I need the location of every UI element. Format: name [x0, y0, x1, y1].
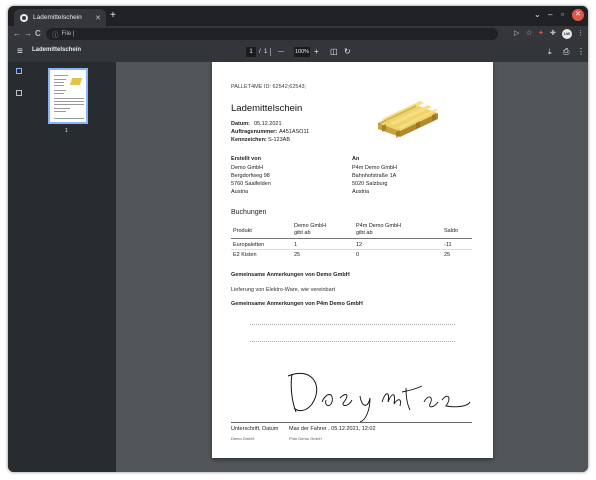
- toolbar-divider: [270, 48, 271, 56]
- page-thumbnail[interactable]: [48, 68, 88, 124]
- table-header-p4m: P4m Demo GmbH: [356, 223, 401, 229]
- remarks-heading-p4m: Gemeinsame Anmerkungen von P4m Demo GmbH: [231, 301, 363, 307]
- window-close-button[interactable]: ✕: [572, 9, 584, 21]
- signature-rule: [231, 422, 472, 423]
- pdf-viewport[interactable]: PALLET4ME ID: 62542;62543; Lademittelsch…: [116, 62, 588, 472]
- meta-label-date: Datum:: [231, 121, 250, 127]
- page-number-input[interactable]: 1: [246, 47, 256, 57]
- hamburger-menu-icon[interactable]: ≡: [17, 46, 23, 58]
- browser-toolbar: ← → C ⓘ File | ▷ ☆ ✦ ✚ LW ⋮: [8, 26, 588, 42]
- pdf-document-title: Lademittelschein: [32, 47, 82, 53]
- print-icon[interactable]: ⎙: [563, 47, 569, 57]
- to-line: 5020 Salzburg: [352, 181, 388, 187]
- pdf-toolbar: ≡ Lademittelschein 1 / 1 — 100% + ◫ ↻ ⤓ …: [8, 42, 588, 62]
- signature-left-company: Demo GmbH: [231, 436, 255, 441]
- remarks-heading-demo: Gemeinsame Anmerkungen von Demo GmbH: [231, 272, 350, 278]
- pallet4me-id: PALLET4ME ID: 62542;62543;: [231, 84, 307, 90]
- globe-icon: [20, 13, 28, 22]
- remarks-dotted-line: [250, 341, 455, 342]
- tab-search-icon[interactable]: ⌄: [534, 9, 541, 21]
- from-line: Demo GmbH: [231, 165, 264, 171]
- driver-signature: [287, 372, 471, 423]
- table-row-rule: [231, 249, 472, 250]
- to-line: Bahnhofstraße 1A: [352, 173, 397, 179]
- extension-icon[interactable]: ✦: [538, 29, 544, 39]
- kebab-menu-icon[interactable]: ⋮: [577, 29, 584, 39]
- rotate-icon[interactable]: ↻: [344, 47, 351, 57]
- table-header-saldo: Saldo: [444, 228, 459, 234]
- new-tab-button[interactable]: +: [110, 10, 116, 22]
- from-line: 5760 Saalfelden: [231, 181, 271, 187]
- table-cell: 25: [444, 252, 451, 258]
- table-header-demo: Demo GmbH: [294, 223, 327, 229]
- thumbnails-icon[interactable]: [16, 68, 22, 74]
- tab-title: Lademittelschein: [33, 14, 82, 21]
- page-total: 1: [264, 49, 268, 55]
- pdf-page: PALLET4ME ID: 62542;62543; Lademittelsch…: [212, 62, 493, 458]
- reload-button[interactable]: C: [35, 28, 41, 40]
- minimize-button[interactable]: –: [548, 9, 552, 21]
- table-header-demo-sub: gibt ab: [294, 230, 311, 236]
- tab-strip: Lademittelschein ✕ + ⌄ – ▫ ✕: [8, 6, 588, 26]
- meta-value-plate: S-123AB: [268, 137, 291, 143]
- meta-label-plate: Kennzeichen:: [231, 137, 267, 143]
- to-heading: An: [352, 156, 360, 162]
- signature-right-label: Max der Fahrer , 05.12.2021, 12:02: [289, 426, 376, 432]
- site-info-icon[interactable]: ⓘ: [52, 29, 59, 39]
- zoom-out-button[interactable]: —: [278, 47, 284, 57]
- thumbnail-pallet-image: [69, 78, 83, 85]
- remarks-dotted-line: [250, 324, 455, 325]
- meta-label-order: Auftragsnummer:: [231, 129, 278, 135]
- tab-lademittelschein[interactable]: Lademittelschein ✕: [14, 9, 106, 26]
- bookings-heading: Buchungen: [231, 209, 267, 216]
- address-url: File |: [61, 31, 75, 37]
- to-line: P4m Demo GmbH: [352, 165, 397, 171]
- table-cell: -11: [444, 242, 452, 248]
- table-cell: 25: [294, 252, 301, 258]
- fit-page-icon[interactable]: ◫: [330, 47, 338, 57]
- document-title: Lademittelschein: [231, 103, 303, 114]
- tab-close-icon[interactable]: ✕: [95, 14, 101, 22]
- sidebar-rail: [8, 62, 30, 472]
- from-line: Bergdorfweg 98: [231, 173, 270, 179]
- table-cell: 12: [356, 242, 363, 248]
- page-separator: /: [259, 49, 261, 55]
- to-line: Austria: [352, 189, 370, 195]
- table-cell: Europaletten: [233, 242, 265, 248]
- table-cell: 1: [294, 242, 298, 248]
- from-line: Austria: [231, 189, 249, 195]
- thumbnail-page-number: 1: [65, 128, 68, 134]
- from-heading: Erstellt von: [231, 156, 261, 162]
- more-actions-icon[interactable]: ⋮: [577, 47, 585, 57]
- puzzle-icon[interactable]: ✚: [550, 29, 556, 39]
- back-button[interactable]: ←: [13, 28, 21, 40]
- browser-window: Lademittelschein ✕ + ⌄ – ▫ ✕ ← → C ⓘ Fil…: [8, 6, 588, 472]
- profile-avatar[interactable]: LW: [562, 29, 572, 39]
- maximize-button[interactable]: ▫: [561, 9, 564, 21]
- download-icon[interactable]: ⤓: [548, 47, 552, 57]
- zoom-in-button[interactable]: +: [314, 47, 319, 57]
- signature-left-label: Unterschrift, Datum: [231, 426, 279, 432]
- bookmark-star-icon[interactable]: ☆: [526, 29, 532, 39]
- zoom-level-input[interactable]: 100%: [294, 47, 310, 57]
- table-header-product: Produkt: [233, 228, 252, 234]
- table-header-rule: [231, 238, 472, 239]
- table-cell: E2 Kisten: [233, 252, 257, 258]
- meta-value-order: A451ASO11: [279, 129, 310, 135]
- signature-right-company: P4m Demo GmbH: [289, 436, 322, 441]
- pdf-sidebar: 1: [8, 62, 116, 472]
- outline-icon[interactable]: [16, 90, 22, 96]
- table-cell: 0: [356, 252, 360, 258]
- table-header-p4m-sub: gibt ab: [356, 230, 373, 236]
- remarks-text-demo: Lieferung von Elektro-Ware, wie vereinba…: [231, 287, 336, 293]
- meta-value-date: 05.12.2021: [254, 121, 282, 127]
- pallet-image: [378, 101, 438, 138]
- forward-button[interactable]: →: [24, 28, 32, 40]
- address-bar[interactable]: ⓘ File |: [46, 28, 498, 40]
- share-icon[interactable]: ▷: [514, 29, 519, 39]
